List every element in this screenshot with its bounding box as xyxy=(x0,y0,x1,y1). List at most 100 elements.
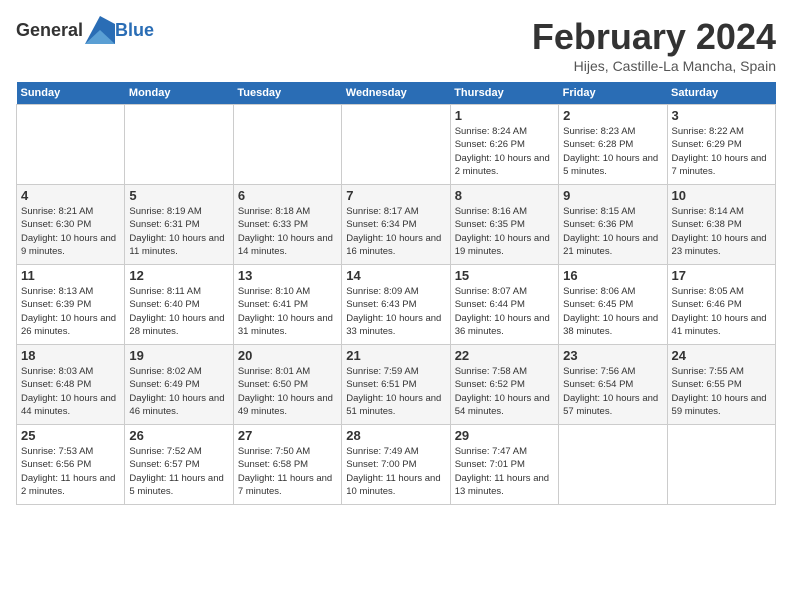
day-number: 14 xyxy=(346,268,445,283)
calendar-day-cell: 23 Sunrise: 7:56 AM Sunset: 6:54 PM Dayli… xyxy=(559,345,667,425)
calendar-table: SundayMondayTuesdayWednesdayThursdayFrid… xyxy=(16,82,776,505)
day-number: 23 xyxy=(563,348,662,363)
day-number: 2 xyxy=(563,108,662,123)
day-info: Sunrise: 8:17 AM Sunset: 6:34 PM Dayligh… xyxy=(346,205,445,258)
day-info: Sunrise: 8:03 AM Sunset: 6:48 PM Dayligh… xyxy=(21,365,120,418)
day-of-week-header: Wednesday xyxy=(342,82,450,105)
calendar-day-cell: 28 Sunrise: 7:49 AM Sunset: 7:00 PM Dayli… xyxy=(342,425,450,505)
calendar-day-cell: 22 Sunrise: 7:58 AM Sunset: 6:52 PM Dayli… xyxy=(450,345,558,425)
calendar-day-cell: 1 Sunrise: 8:24 AM Sunset: 6:26 PM Daylig… xyxy=(450,105,558,185)
day-info: Sunrise: 8:13 AM Sunset: 6:39 PM Dayligh… xyxy=(21,285,120,338)
day-number: 20 xyxy=(238,348,337,363)
header: General Blue February 2024 Hijes, Castil… xyxy=(16,16,776,74)
calendar-header-row: SundayMondayTuesdayWednesdayThursdayFrid… xyxy=(17,82,776,105)
day-info: Sunrise: 8:10 AM Sunset: 6:41 PM Dayligh… xyxy=(238,285,337,338)
calendar-day-cell: 27Sunrise: 7:50 AM Sunset: 6:58 PM Dayli… xyxy=(233,425,341,505)
day-info: Sunrise: 8:06 AM Sunset: 6:45 PM Dayligh… xyxy=(563,285,662,338)
calendar-day-cell xyxy=(559,425,667,505)
calendar-day-cell: 21 Sunrise: 7:59 AM Sunset: 6:51 PM Dayli… xyxy=(342,345,450,425)
day-number: 10 xyxy=(672,188,771,203)
day-number: 9 xyxy=(563,188,662,203)
day-info: Sunrise: 8:05 AM Sunset: 6:46 PM Dayligh… xyxy=(672,285,771,338)
calendar-day-cell xyxy=(667,425,775,505)
day-number: 8 xyxy=(455,188,554,203)
calendar-day-cell: 26 Sunrise: 7:52 AM Sunset: 6:57 PM Dayli… xyxy=(125,425,233,505)
title-area: February 2024 Hijes, Castille-La Mancha,… xyxy=(532,16,776,74)
day-info: Sunrise: 8:15 AM Sunset: 6:36 PM Dayligh… xyxy=(563,205,662,258)
day-info: Sunrise: 7:55 AM Sunset: 6:55 PM Dayligh… xyxy=(672,365,771,418)
day-info: Sunrise: 8:09 AM Sunset: 6:43 PM Dayligh… xyxy=(346,285,445,338)
calendar-day-cell: 5Sunrise: 8:19 AM Sunset: 6:31 PM Daylig… xyxy=(125,185,233,265)
day-info: Sunrise: 8:14 AM Sunset: 6:38 PM Dayligh… xyxy=(672,205,771,258)
day-number: 15 xyxy=(455,268,554,283)
day-info: Sunrise: 8:01 AM Sunset: 6:50 PM Dayligh… xyxy=(238,365,337,418)
day-info: Sunrise: 8:11 AM Sunset: 6:40 PM Dayligh… xyxy=(129,285,228,338)
day-info: Sunrise: 7:50 AM Sunset: 6:58 PM Dayligh… xyxy=(238,445,337,498)
calendar-day-cell: 25 Sunrise: 7:53 AM Sunset: 6:56 PM Dayli… xyxy=(17,425,125,505)
day-number: 12 xyxy=(129,268,228,283)
calendar-day-cell: 16 Sunrise: 8:06 AM Sunset: 6:45 PM Dayli… xyxy=(559,265,667,345)
day-number: 21 xyxy=(346,348,445,363)
day-number: 6 xyxy=(238,188,337,203)
calendar-day-cell: 14 Sunrise: 8:09 AM Sunset: 6:43 PM Dayli… xyxy=(342,265,450,345)
day-info: Sunrise: 7:47 AM Sunset: 7:01 PM Dayligh… xyxy=(455,445,554,498)
calendar-day-cell: 17 Sunrise: 8:05 AM Sunset: 6:46 PM Dayli… xyxy=(667,265,775,345)
day-info: Sunrise: 7:49 AM Sunset: 7:00 PM Dayligh… xyxy=(346,445,445,498)
day-number: 17 xyxy=(672,268,771,283)
day-number: 28 xyxy=(346,428,445,443)
day-info: Sunrise: 8:23 AM Sunset: 6:28 PM Dayligh… xyxy=(563,125,662,178)
day-info: Sunrise: 7:59 AM Sunset: 6:51 PM Dayligh… xyxy=(346,365,445,418)
calendar-day-cell: 13 Sunrise: 8:10 AM Sunset: 6:41 PM Dayli… xyxy=(233,265,341,345)
calendar-day-cell: 18Sunrise: 8:03 AM Sunset: 6:48 PM Dayli… xyxy=(17,345,125,425)
calendar-day-cell xyxy=(17,105,125,185)
day-number: 29 xyxy=(455,428,554,443)
calendar-day-cell xyxy=(125,105,233,185)
calendar-day-cell: 4Sunrise: 8:21 AM Sunset: 6:30 PM Daylig… xyxy=(17,185,125,265)
calendar-day-cell: 2 Sunrise: 8:23 AM Sunset: 6:28 PM Daylig… xyxy=(559,105,667,185)
day-of-week-header: Monday xyxy=(125,82,233,105)
day-of-week-header: Tuesday xyxy=(233,82,341,105)
day-info: Sunrise: 8:24 AM Sunset: 6:26 PM Dayligh… xyxy=(455,125,554,178)
calendar-week-row: 11 Sunrise: 8:13 AM Sunset: 6:39 PM Dayli… xyxy=(17,265,776,345)
day-of-week-header: Friday xyxy=(559,82,667,105)
day-number: 3 xyxy=(672,108,771,123)
day-of-week-header: Thursday xyxy=(450,82,558,105)
day-number: 13 xyxy=(238,268,337,283)
day-info: Sunrise: 7:52 AM Sunset: 6:57 PM Dayligh… xyxy=(129,445,228,498)
day-number: 22 xyxy=(455,348,554,363)
day-info: Sunrise: 8:16 AM Sunset: 6:35 PM Dayligh… xyxy=(455,205,554,258)
calendar-day-cell: 7 Sunrise: 8:17 AM Sunset: 6:34 PM Daylig… xyxy=(342,185,450,265)
day-number: 1 xyxy=(455,108,554,123)
day-info: Sunrise: 8:22 AM Sunset: 6:29 PM Dayligh… xyxy=(672,125,771,178)
calendar-week-row: 25 Sunrise: 7:53 AM Sunset: 6:56 PM Dayli… xyxy=(17,425,776,505)
day-info: Sunrise: 8:07 AM Sunset: 6:44 PM Dayligh… xyxy=(455,285,554,338)
calendar-day-cell: 3 Sunrise: 8:22 AM Sunset: 6:29 PM Daylig… xyxy=(667,105,775,185)
day-info: Sunrise: 7:58 AM Sunset: 6:52 PM Dayligh… xyxy=(455,365,554,418)
calendar-day-cell: 19 Sunrise: 8:02 AM Sunset: 6:49 PM Dayli… xyxy=(125,345,233,425)
day-number: 24 xyxy=(672,348,771,363)
day-number: 16 xyxy=(563,268,662,283)
calendar-day-cell: 6 Sunrise: 8:18 AM Sunset: 6:33 PM Daylig… xyxy=(233,185,341,265)
day-number: 26 xyxy=(129,428,228,443)
calendar-day-cell: 20 Sunrise: 8:01 AM Sunset: 6:50 PM Dayli… xyxy=(233,345,341,425)
day-number: 25 xyxy=(21,428,120,443)
day-number: 11 xyxy=(21,268,120,283)
day-of-week-header: Sunday xyxy=(17,82,125,105)
day-number: 19 xyxy=(129,348,228,363)
calendar-day-cell: 8 Sunrise: 8:16 AM Sunset: 6:35 PM Daylig… xyxy=(450,185,558,265)
logo-icon xyxy=(85,16,115,44)
day-info: Sunrise: 8:18 AM Sunset: 6:33 PM Dayligh… xyxy=(238,205,337,258)
day-info: Sunrise: 7:53 AM Sunset: 6:56 PM Dayligh… xyxy=(21,445,120,498)
calendar-subtitle: Hijes, Castille-La Mancha, Spain xyxy=(532,58,776,74)
logo-blue: Blue xyxy=(115,20,154,41)
day-number: 5 xyxy=(129,188,228,203)
calendar-day-cell: 15 Sunrise: 8:07 AM Sunset: 6:44 PM Dayli… xyxy=(450,265,558,345)
calendar-day-cell xyxy=(233,105,341,185)
day-info: Sunrise: 7:56 AM Sunset: 6:54 PM Dayligh… xyxy=(563,365,662,418)
calendar-day-cell: 9 Sunrise: 8:15 AM Sunset: 6:36 PM Daylig… xyxy=(559,185,667,265)
day-number: 7 xyxy=(346,188,445,203)
calendar-title: February 2024 xyxy=(532,16,776,58)
calendar-day-cell: 12 Sunrise: 8:11 AM Sunset: 6:40 PM Dayli… xyxy=(125,265,233,345)
day-info: Sunrise: 8:02 AM Sunset: 6:49 PM Dayligh… xyxy=(129,365,228,418)
calendar-week-row: 1 Sunrise: 8:24 AM Sunset: 6:26 PM Daylig… xyxy=(17,105,776,185)
